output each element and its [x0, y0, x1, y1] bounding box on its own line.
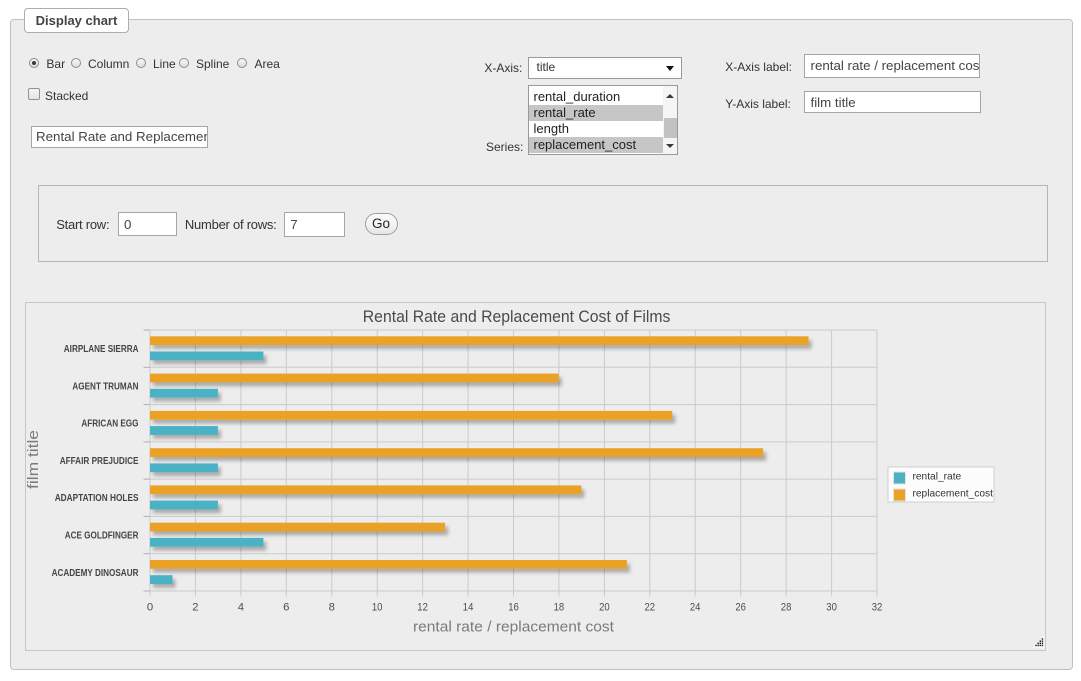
svg-text:14: 14	[463, 601, 474, 613]
svg-text:16: 16	[508, 601, 519, 613]
svg-text:ACE GOLDFINGER: ACE GOLDFINGER	[65, 531, 139, 542]
svg-text:AGENT TRUMAN: AGENT TRUMAN	[72, 381, 138, 392]
svg-text:18: 18	[554, 601, 565, 613]
svg-text:0: 0	[147, 601, 153, 613]
svg-text:2: 2	[192, 601, 198, 613]
svg-text:30: 30	[826, 601, 837, 613]
svg-text:ADAPTATION HOLES: ADAPTATION HOLES	[55, 493, 139, 504]
svg-text:10: 10	[372, 601, 383, 613]
svg-text:20: 20	[599, 601, 610, 613]
svg-text:AFFAIR PREJUDICE: AFFAIR PREJUDICE	[60, 456, 139, 467]
svg-text:12: 12	[417, 601, 428, 613]
svg-text:22: 22	[645, 601, 656, 613]
svg-text:Rental Rate and Replacement Co: Rental Rate and Replacement Cost of Film…	[363, 307, 671, 326]
svg-text:32: 32	[872, 601, 883, 613]
svg-text:26: 26	[735, 601, 746, 613]
svg-text:28: 28	[781, 601, 792, 613]
svg-text:film title: film title	[25, 430, 42, 489]
svg-text:rental_rate: rental_rate	[913, 472, 962, 483]
svg-text:AFRICAN EGG: AFRICAN EGG	[81, 419, 138, 430]
svg-text:rental rate / replacement cost: rental rate / replacement cost	[413, 618, 615, 635]
svg-text:4: 4	[238, 601, 244, 613]
svg-text:24: 24	[690, 601, 701, 613]
svg-text:8: 8	[329, 601, 335, 613]
svg-text:6: 6	[283, 601, 289, 613]
svg-text:AIRPLANE SIERRA: AIRPLANE SIERRA	[64, 344, 139, 355]
svg-text:replacement_cost: replacement_cost	[913, 489, 994, 500]
svg-text:ACADEMY DINOSAUR: ACADEMY DINOSAUR	[52, 568, 140, 579]
